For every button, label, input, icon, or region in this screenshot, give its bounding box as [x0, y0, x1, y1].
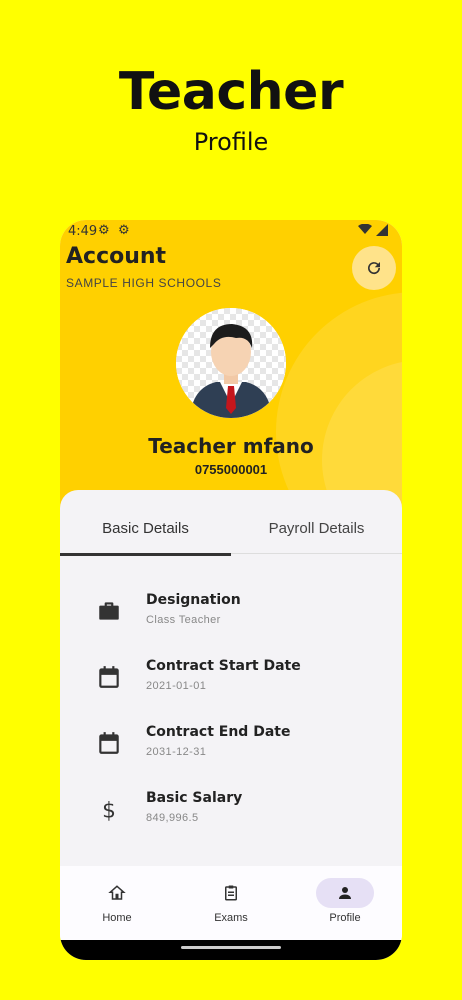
gesture-area	[60, 940, 402, 960]
tab-payroll-details[interactable]: Payroll Details	[231, 510, 402, 554]
home-icon	[108, 885, 126, 900]
nav-label: Exams	[214, 912, 248, 924]
dollar-icon: $	[102, 799, 116, 822]
tab-label: Basic Details	[102, 520, 189, 537]
tab-bar: Basic Details Payroll Details	[60, 510, 402, 556]
refresh-button[interactable]	[352, 246, 396, 290]
detail-contract-end: Contract End Date 2031-12-31	[60, 722, 402, 782]
detail-label: Contract End Date	[146, 724, 291, 740]
phone-screen: 4:49 ⚙ ⚙ Account SAMPLE HIGH SCHOOLS Tea…	[60, 220, 402, 960]
calendar-icon	[99, 666, 119, 688]
calendar-icon	[99, 732, 119, 754]
detail-contract-start: Contract Start Date 2021-01-01	[60, 656, 402, 716]
status-time: 4:49	[68, 224, 98, 239]
detail-value: 2031-12-31	[146, 746, 207, 758]
promo-title: Teacher	[118, 62, 344, 122]
gesture-handle[interactable]	[181, 946, 281, 949]
bottom-navigation: Home Exams Profile	[60, 866, 402, 940]
detail-label: Designation	[146, 592, 241, 608]
status-bar: 4:49 ⚙ ⚙	[60, 220, 402, 244]
nav-profile[interactable]: Profile	[288, 878, 402, 928]
detail-designation: Designation Class Teacher	[60, 590, 402, 650]
nav-label: Home	[102, 912, 132, 924]
person-icon	[339, 887, 351, 899]
detail-label: Basic Salary	[146, 790, 243, 806]
refresh-icon	[368, 262, 381, 275]
profile-header: 4:49 ⚙ ⚙ Account SAMPLE HIGH SCHOOLS Tea…	[60, 220, 402, 510]
settings-notification-icon: ⚙	[98, 223, 110, 238]
details-sheet: Basic Details Payroll Details Designatio…	[60, 490, 402, 890]
tab-label: Payroll Details	[268, 520, 365, 537]
school-name: SAMPLE HIGH SCHOOLS	[66, 276, 222, 290]
avatar	[176, 308, 286, 418]
signal-icon	[376, 224, 388, 236]
detail-value: Class Teacher	[146, 614, 221, 626]
nav-home[interactable]: Home	[60, 878, 174, 928]
promo-subtitle: Profile	[193, 128, 269, 156]
wifi-icon	[358, 224, 372, 234]
teacher-name: Teacher mfano	[148, 434, 314, 458]
briefcase-icon	[99, 602, 119, 620]
settings-notification-icon: ⚙	[118, 223, 130, 238]
teacher-phone: 0755000001	[194, 462, 268, 477]
svg-text:$: $	[102, 799, 116, 822]
teacher-avatar-image	[176, 308, 286, 418]
tab-indicator	[60, 553, 231, 556]
tab-basic-details[interactable]: Basic Details	[60, 510, 231, 556]
nav-exams[interactable]: Exams	[174, 878, 288, 928]
detail-value: 849,996.5	[146, 812, 199, 824]
detail-value: 2021-01-01	[146, 680, 207, 692]
nav-label: Profile	[329, 912, 361, 924]
detail-basic-salary: $ Basic Salary 849,996.5	[60, 788, 402, 848]
detail-label: Contract Start Date	[146, 658, 301, 674]
page-title: Account	[66, 244, 167, 269]
clipboard-icon	[225, 885, 237, 901]
